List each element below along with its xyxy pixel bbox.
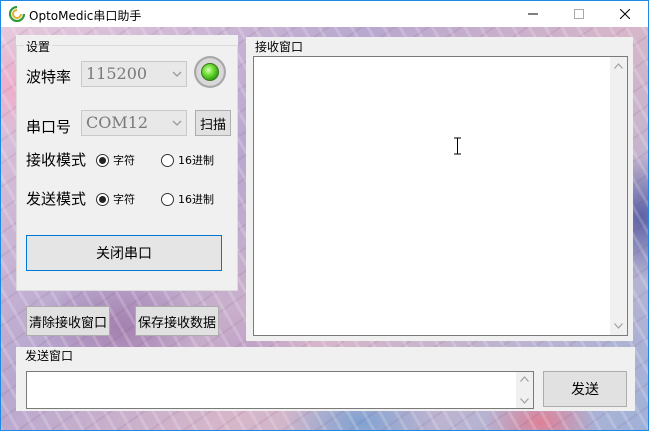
port-label: 串口号 [26,118,72,136]
close-button[interactable] [602,1,648,27]
status-led-icon [194,56,226,88]
receive-group-title: 接收窗口 [253,38,306,55]
send-mode-hex-radio[interactable]: 16进制 [161,191,214,207]
scroll-down-icon [520,398,529,404]
radio-unchecked-icon [161,153,174,167]
clear-receive-button[interactable]: 清除接收窗口 [26,306,110,336]
send-mode-char-radio[interactable]: 字符 [96,191,135,207]
send-scrollbar[interactable] [516,372,533,408]
radio-label: 16进制 [178,193,214,206]
chevron-down-icon [172,120,182,126]
window-title: OptoMedic串口助手 [29,9,142,23]
app-logo-icon [9,6,25,22]
chevron-down-icon [172,71,182,77]
minimize-icon [528,13,538,15]
receive-mode-char-radio[interactable]: 字符 [96,152,135,168]
radio-label: 字符 [113,193,135,206]
text-cursor-icon [454,137,461,155]
close-icon [620,9,630,19]
close-port-button[interactable]: 关闭串口 [26,235,222,271]
status-led-light [201,63,219,81]
send-group-title: 发送窗口 [23,347,76,364]
settings-group-title: 设置 [24,38,53,55]
baud-rate-value: 115200 [86,64,148,83]
send-mode-label: 发送模式 [26,190,87,208]
send-button[interactable]: 发送 [543,371,627,407]
send-textarea[interactable] [26,371,534,409]
radio-label: 字符 [113,154,135,167]
background-image: 设置 波特率 115200 串口号 COM12 扫描 接收模式 字符 16进制 … [1,27,648,430]
scroll-up-icon [520,376,529,382]
port-value: COM12 [86,113,149,132]
receive-mode-hex-radio[interactable]: 16进制 [161,152,214,168]
receive-panel: 接收窗口 [246,37,633,341]
maximize-icon [574,9,584,19]
maximize-button[interactable] [556,1,602,27]
app-window: OptoMedic串口助手 设置 波特率 115200 串口号 COM12 扫描… [0,0,649,431]
save-receive-button[interactable]: 保存接收数据 [135,306,219,336]
baud-label: 波特率 [26,68,72,86]
receive-mode-label: 接收模式 [26,151,87,169]
send-panel: 发送窗口 发送 [16,347,635,411]
port-select[interactable]: COM12 [81,110,187,136]
radio-checked-icon [96,153,109,167]
radio-label: 16进制 [178,154,214,167]
title-bar[interactable]: OptoMedic串口助手 [1,1,648,27]
scroll-up-icon [614,63,623,69]
radio-checked-icon [96,192,109,206]
baud-rate-select[interactable]: 115200 [81,61,187,87]
receive-textarea[interactable] [253,56,628,336]
scan-button[interactable]: 扫描 [195,110,231,136]
minimize-button[interactable] [510,1,556,27]
scroll-down-icon [614,323,623,329]
radio-unchecked-icon [161,192,174,206]
receive-scrollbar[interactable] [610,57,627,335]
